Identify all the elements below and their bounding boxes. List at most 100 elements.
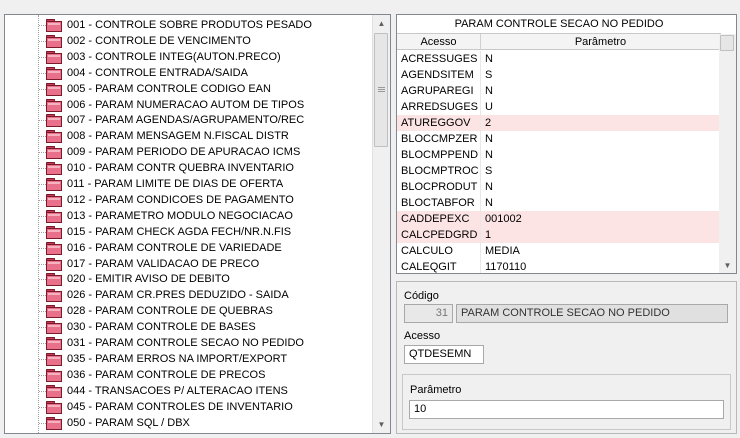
parametro-field[interactable]: 10 [409, 400, 724, 419]
tree-connector [39, 311, 46, 313]
tree-item[interactable]: 050 - PARAM SQL / DBX [5, 415, 373, 431]
tree-item[interactable]: 044 - TRANSACOES P/ ALTERACAO ITENS [5, 383, 373, 399]
parametro-cell: S [485, 165, 493, 177]
folder-icon [46, 82, 62, 96]
codigo-label: Código [404, 290, 439, 302]
parametro-cell: N [485, 133, 493, 145]
tree-item-label: 050 - PARAM SQL / DBX [67, 416, 190, 429]
category-tree[interactable]: 001 - CONTROLE SOBRE PRODUTOS PESADO 002 … [4, 14, 391, 434]
scroll-up-arrow-icon[interactable]: ▲ [373, 15, 390, 32]
tree-connector [39, 72, 46, 74]
parametro-cell: S [485, 69, 493, 81]
tree-item[interactable]: 011 - PARAM LIMITE DE DIAS DE OFERTA [5, 176, 373, 192]
parametro-cell: 001002 [485, 213, 522, 225]
folder-icon [46, 241, 62, 255]
tree-connector [39, 247, 46, 249]
tree-item-label: 008 - PARAM MENSAGEM N.FISCAL DISTR [67, 130, 289, 143]
grid-scroll-down-arrow-icon[interactable]: ▼ [719, 259, 736, 273]
tree-item[interactable]: 036 - PARAM CONTROLE DE PRECOS [5, 367, 373, 383]
grid-row[interactable]: BLOCPRODUT N [397, 179, 721, 195]
tree-item[interactable]: 001 - CONTROLE SOBRE PRODUTOS PESADO [5, 17, 373, 33]
tree-item[interactable]: 035 - PARAM ERROS NA IMPORT/EXPORT [5, 351, 373, 367]
tree-item[interactable]: 008 - PARAM MENSAGEM N.FISCAL DISTR [5, 128, 373, 144]
tree-item[interactable]: 010 - PARAM CONTR QUEBRA INVENTARIO [5, 160, 373, 176]
tree-item-label: 044 - TRANSACOES P/ ALTERACAO ITENS [67, 384, 288, 397]
parameter-grid[interactable]: PARAM CONTROLE SECAO NO PEDIDO Acesso Pa… [396, 14, 737, 274]
codigo-field[interactable]: 31 [404, 304, 453, 323]
tree-item[interactable]: 006 - PARAM NUMERACAO AUTOM DE TIPOS [5, 97, 373, 113]
tree-connector [39, 406, 46, 408]
tree-connector [39, 374, 46, 376]
grid-row[interactable]: AGRUPAREGI N [397, 83, 721, 99]
tree-item[interactable]: 002 - CONTROLE DE VENCIMENTO [5, 33, 373, 49]
tree-item-label: 003 - CONTROLE INTEG(AUTON.PRECO) [67, 50, 281, 63]
tree-connector [39, 56, 46, 58]
tree-item-label: 036 - PARAM CONTROLE DE PRECOS [67, 368, 266, 381]
acesso-cell: CADDEPEXC [397, 211, 481, 227]
grid-row[interactable]: ARREDSUGES U [397, 99, 721, 115]
grid-row[interactable]: AGENDSITEM S [397, 67, 721, 83]
grid-row[interactable]: ATUREGGOV 2 [397, 115, 721, 131]
codigo-name-field[interactable]: PARAM CONTROLE SECAO NO PEDIDO [456, 304, 728, 323]
grid-row[interactable]: BLOCCMPZER N [397, 131, 721, 147]
tree-item[interactable]: 028 - PARAM CONTROLE DE QUEBRAS [5, 303, 373, 319]
grid-row[interactable]: ACRESSUGES N [397, 51, 721, 67]
acesso-cell: BLOCTABFOR [397, 195, 481, 211]
folder-icon [46, 305, 62, 319]
parametro-cell: N [485, 85, 493, 97]
grid-row[interactable]: CALEQGIT 1170110 [397, 259, 721, 273]
tree-item-label: 012 - PARAM CONDICOES DE PAGAMENTO [67, 193, 294, 206]
tree-scroll-thumb[interactable] [374, 33, 388, 147]
tree-item[interactable]: 026 - PARAM CR.PRES DEDUZIDO - SAIDA [5, 287, 373, 303]
tree-item[interactable]: 016 - PARAM CONTROLE DE VARIEDADE [5, 240, 373, 256]
tree-item[interactable]: 013 - PARAMETRO MODULO NEGOCIACAO [5, 208, 373, 224]
parametro-cell: 1170110 [485, 261, 527, 273]
folder-icon [46, 114, 62, 128]
tree-item[interactable]: 004 - CONTROLE ENTRADA/SAIDA [5, 65, 373, 81]
acesso-cell: ARREDSUGES [397, 99, 481, 115]
grid-row[interactable]: CALCPEDGRD 1 [397, 227, 721, 243]
grid-row[interactable]: BLOCMPTROC S [397, 163, 721, 179]
grid-row[interactable]: BLOCMPPEND N [397, 147, 721, 163]
parametro-cell: 1 [485, 229, 492, 241]
tree-connector [39, 136, 46, 138]
column-header-parametro[interactable]: Parâmetro [481, 34, 721, 50]
grid-scrollbar[interactable]: ▼ [719, 34, 736, 273]
folder-icon [46, 178, 62, 191]
tree-item[interactable]: 007 - PARAM AGENDAS/AGRUPAMENTO/REC [5, 112, 373, 128]
tree-item[interactable]: 020 - EMITIR AVISO DE DEBITO [5, 271, 373, 287]
tree-item[interactable]: 017 - PARAM VALIDACAO DE PRECO [5, 256, 373, 272]
tree-item-label: 009 - PARAM PERIODO DE APURACAO ICMS [67, 146, 301, 159]
folder-icon [46, 400, 62, 414]
grid-title: PARAM CONTROLE SECAO NO PEDIDO [397, 15, 721, 34]
tree-item-label: 007 - PARAM AGENDAS/AGRUPAMENTO/REC [67, 114, 305, 127]
tree-item[interactable]: 009 - PARAM PERIODO DE APURACAO ICMS [5, 144, 373, 160]
tree-connector [39, 231, 46, 233]
grid-scroll-thumb[interactable] [720, 35, 734, 51]
grid-row[interactable]: CADDEPEXC 001002 [397, 211, 721, 227]
grid-row[interactable]: CALCULO MEDIA [397, 243, 721, 259]
tree-list: 001 - CONTROLE SOBRE PRODUTOS PESADO 002 … [5, 15, 373, 433]
tree-item-label: 035 - PARAM ERROS NA IMPORT/EXPORT [67, 352, 288, 365]
acesso-cell: CALCPEDGRD [397, 227, 481, 243]
folder-icon [46, 98, 62, 112]
acesso-cell: CALCULO [397, 243, 481, 259]
tree-item[interactable]: 045 - PARAM CONTROLES DE INVENTARIO [5, 399, 373, 415]
acesso-cell: AGRUPAREGI [397, 83, 481, 99]
tree-item-label: 020 - EMITIR AVISO DE DEBITO [67, 273, 230, 286]
tree-item[interactable]: 012 - PARAM CONDICOES DE PAGAMENTO [5, 192, 373, 208]
acesso-field[interactable]: QTDESEMN [404, 345, 484, 364]
acesso-cell: BLOCMPTROC [397, 163, 481, 179]
folder-icon [46, 321, 62, 335]
grid-row[interactable]: BLOCTABFOR N [397, 195, 721, 211]
tree-item[interactable]: 031 - PARAM CONTROLE SECAO NO PEDIDO [5, 335, 373, 351]
tree-item[interactable]: 003 - CONTROLE INTEG(AUTON.PRECO) [5, 49, 373, 65]
tree-item[interactable]: 005 - PARAM CONTROLE CODIGO EAN [5, 81, 373, 97]
tree-scrollbar[interactable]: ▲ ▼ [372, 15, 390, 433]
parametro-cell: N [485, 197, 493, 209]
tree-item[interactable]: 030 - PARAM CONTROLE DE BASES [5, 319, 373, 335]
column-header-acesso[interactable]: Acesso [397, 34, 481, 50]
scroll-down-arrow-icon[interactable]: ▼ [373, 416, 390, 433]
tree-connector [39, 343, 46, 344]
tree-item[interactable]: 015 - PARAM CHECK AGDA FECH/NR.N.FIS [5, 224, 373, 240]
